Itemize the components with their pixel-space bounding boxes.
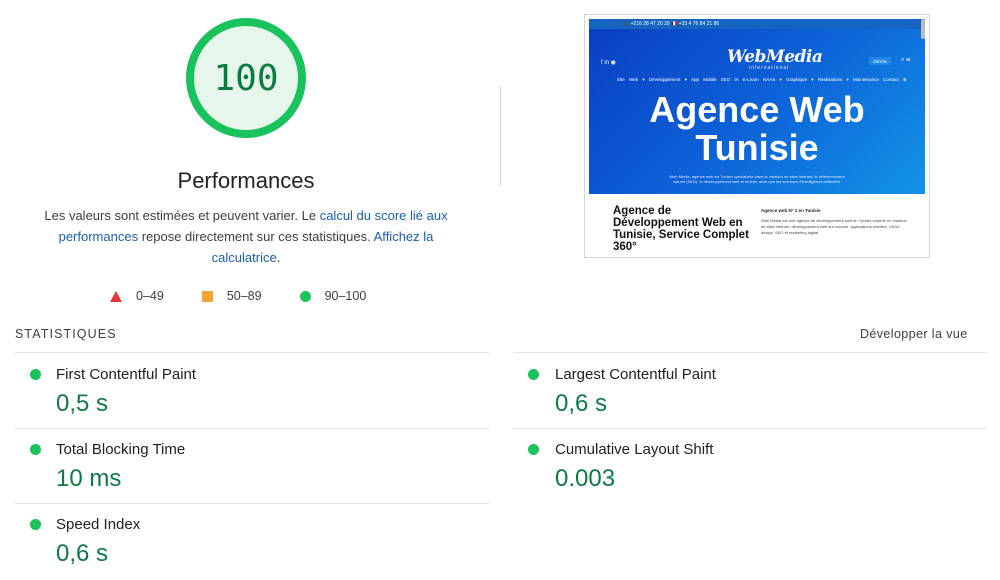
thumb-devis-button: DEVIS <box>869 57 891 65</box>
divider <box>15 503 489 504</box>
metric-label-speed-index: Speed Index <box>56 516 141 533</box>
metric-value-cls: 0.003 <box>555 465 616 492</box>
metric-value-lcp: 0,6 s <box>555 390 608 417</box>
score-value: 100 <box>213 57 279 99</box>
legend-item-pass: 90–100 <box>299 289 367 303</box>
thumb-logo: WebMedia <box>727 47 823 67</box>
performance-title: Performances <box>177 168 315 193</box>
metric-value-fcp: 0,5 s <box>56 390 109 417</box>
thumb-logo-sub: international <box>749 65 790 71</box>
pass-circle-icon <box>528 444 539 455</box>
thumb-contact-info: 📞 +216 28 47 20 29 🇫🇷 +33 4 76 84 21 86 <box>623 21 720 27</box>
description-text-1: Les valeurs sont estimées et peuvent var… <box>44 208 320 223</box>
legend-item-fail: 0–49 <box>110 289 164 303</box>
thumb-header-icons: ⌕ ☰ <box>901 57 911 63</box>
page-screenshot-thumbnail[interactable]: 📞 +216 28 47 20 29 🇫🇷 +33 4 76 84 21 86 … <box>584 14 930 258</box>
thumb-scrollbar <box>921 19 925 39</box>
thumb-social-icons: f in ◉ <box>601 60 616 66</box>
divider <box>513 352 987 353</box>
circle-icon <box>299 290 311 302</box>
divider <box>15 428 489 429</box>
score-legend: 0–49 50–89 90–100 <box>110 286 404 306</box>
pass-circle-icon <box>528 369 539 380</box>
description-text-3: . <box>276 250 281 265</box>
legend-range: 90–100 <box>324 289 367 303</box>
pass-circle-icon <box>30 369 41 380</box>
metric-label-fcp: First Contentful Paint <box>56 366 197 383</box>
divider <box>513 428 987 429</box>
thumb-headline-line2: Tunisie <box>695 127 819 168</box>
thumb-headline: Agence Web Tunisie <box>589 91 925 167</box>
legend-range: 50–89 <box>226 289 262 303</box>
thumb-headline-line1: Agence Web <box>649 89 865 130</box>
thumb-topbar: 📞 +216 28 47 20 29 🇫🇷 +33 4 76 84 21 86 <box>589 19 925 29</box>
divider <box>15 352 489 353</box>
thumb-section-title: Agence de Développement Web en Tunisie, … <box>613 205 749 253</box>
score-description: Les valeurs sont estimées et peuvent var… <box>30 205 462 268</box>
metric-label-tbt: Total Blocking Time <box>56 441 186 458</box>
metric-value-speed-index: 0,6 s <box>56 540 109 567</box>
stats-heading: STATISTIQUES <box>15 327 117 341</box>
description-text-2: repose directement sur ces statistiques. <box>138 229 374 244</box>
metric-label-cls: Cumulative Layout Shift <box>555 441 714 458</box>
vertical-divider <box>500 86 501 186</box>
pass-circle-icon <box>30 444 41 455</box>
thumb-nav: Site Web ▾ Développement ▾ App Mobile SE… <box>617 77 907 82</box>
thumb-hero: f in ◉ WebMedia international DEVIS ⌕ ☰ … <box>589 29 925 194</box>
expand-view-toggle[interactable]: Développer la vue <box>860 327 968 341</box>
metric-label-lcp: Largest Contentful Paint <box>555 366 716 383</box>
legend-item-average: 50–89 <box>201 289 262 303</box>
legend-range: 0–49 <box>136 289 164 303</box>
square-icon <box>201 290 213 302</box>
triangle-icon <box>110 290 122 302</box>
thumb-side-body: Web Media est une agence de développemen… <box>761 218 907 235</box>
thumb-side-title: Agence web N° 1 en Tunisie <box>761 208 821 213</box>
metric-value-tbt: 10 ms <box>56 465 122 492</box>
pass-circle-icon <box>30 519 41 530</box>
thumb-hero-text: Web Media, agence web en Tunisie spécial… <box>669 174 845 184</box>
